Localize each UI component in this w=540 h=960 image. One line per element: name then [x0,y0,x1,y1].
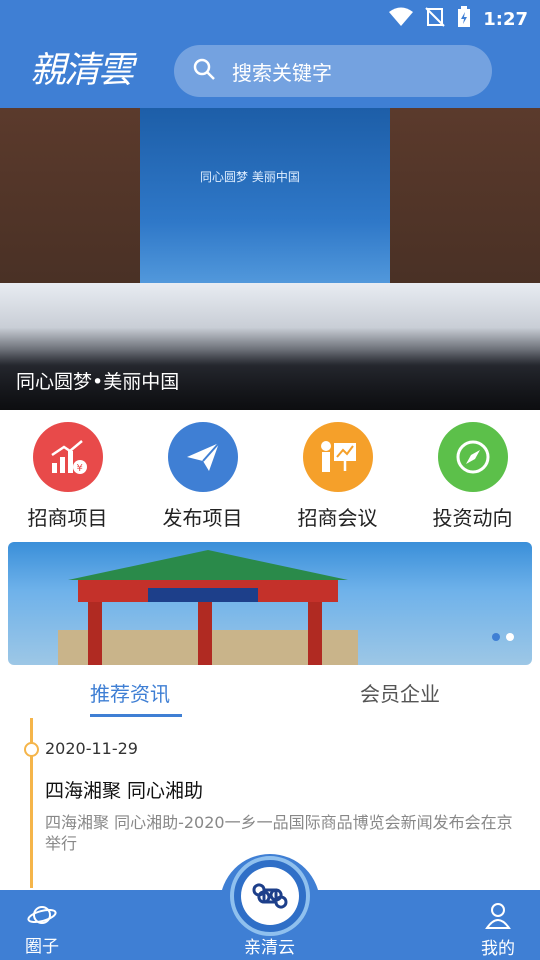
action-label: 发布项目 [162,506,243,530]
command-icon [241,867,299,925]
hero-backdrop-text: 同心圆梦 美丽中国 [200,170,300,184]
paper-plane-icon [167,422,238,492]
action-label: 招商会议 [297,506,378,530]
action-label: 投资动向 [432,506,513,530]
search-bar[interactable]: 搜索关键字 [174,45,492,97]
action-label: 招商项目 [27,506,108,530]
quick-actions: ¥ 招商项目 发布项目 招商会议 投资动向 [0,418,540,534]
status-bar: 1:27 [0,0,540,36]
news-tabs: 推荐资讯 会员企业 [0,670,540,718]
action-publish-project[interactable]: 发布项目 [135,418,270,534]
hero-banner[interactable]: 同心圆梦 美丽中国 同心圆梦•美丽中国 [0,108,540,410]
news-title[interactable]: 四海湘聚 同心湘助 [45,776,203,803]
svg-text:¥: ¥ [76,463,82,474]
action-investment-projects[interactable]: ¥ 招商项目 [0,418,135,534]
presentation-icon [302,422,373,492]
nav-label-center: 亲清云 [244,938,295,958]
battery-charging-icon [457,6,471,32]
tab-recommended[interactable]: 推荐资讯 [90,678,170,707]
carousel-dot[interactable] [506,633,514,641]
status-time: 1:27 [483,8,528,30]
action-investment-meetings[interactable]: 招商会议 [270,418,405,534]
action-investment-trends[interactable]: 投资动向 [405,418,540,534]
timeline-dot [24,742,39,757]
news-date: 2020-11-29 [45,739,138,758]
search-icon [192,57,216,85]
user-icon [483,900,513,934]
planet-icon [27,902,57,932]
gate-illustration [58,550,358,665]
tab-active-indicator [90,714,182,717]
hero-backdrop: 同心圆梦 美丽中国 [140,108,390,298]
news-summary: 四海湘聚 同心湘助-2020一乡一品国际商品博览会新闻发布会在京举行 [45,813,513,853]
app-logo: 親清雲 [30,50,134,91]
search-placeholder: 搜索关键字 [232,60,332,85]
tab-members[interactable]: 会员企业 [360,678,440,707]
nav-label-circle: 圈子 [25,937,59,957]
promo-carousel[interactable] [8,542,532,665]
nav-center-button[interactable] [230,856,310,936]
app-header: 1:27 親清雲 搜索关键字 [0,0,540,108]
carousel-dot-active[interactable] [492,633,500,641]
hero-caption: 同心圆梦•美丽中国 [16,371,180,393]
no-signal-icon [425,7,445,31]
carousel-indicator [492,633,514,641]
chart-money-icon: ¥ [32,422,103,492]
nav-label-mine: 我的 [481,939,515,959]
nav-item-mine[interactable]: 我的 [478,890,518,960]
wifi-icon [389,7,414,31]
nav-item-circle[interactable]: 圈子 [22,890,62,960]
compass-icon [437,422,508,492]
